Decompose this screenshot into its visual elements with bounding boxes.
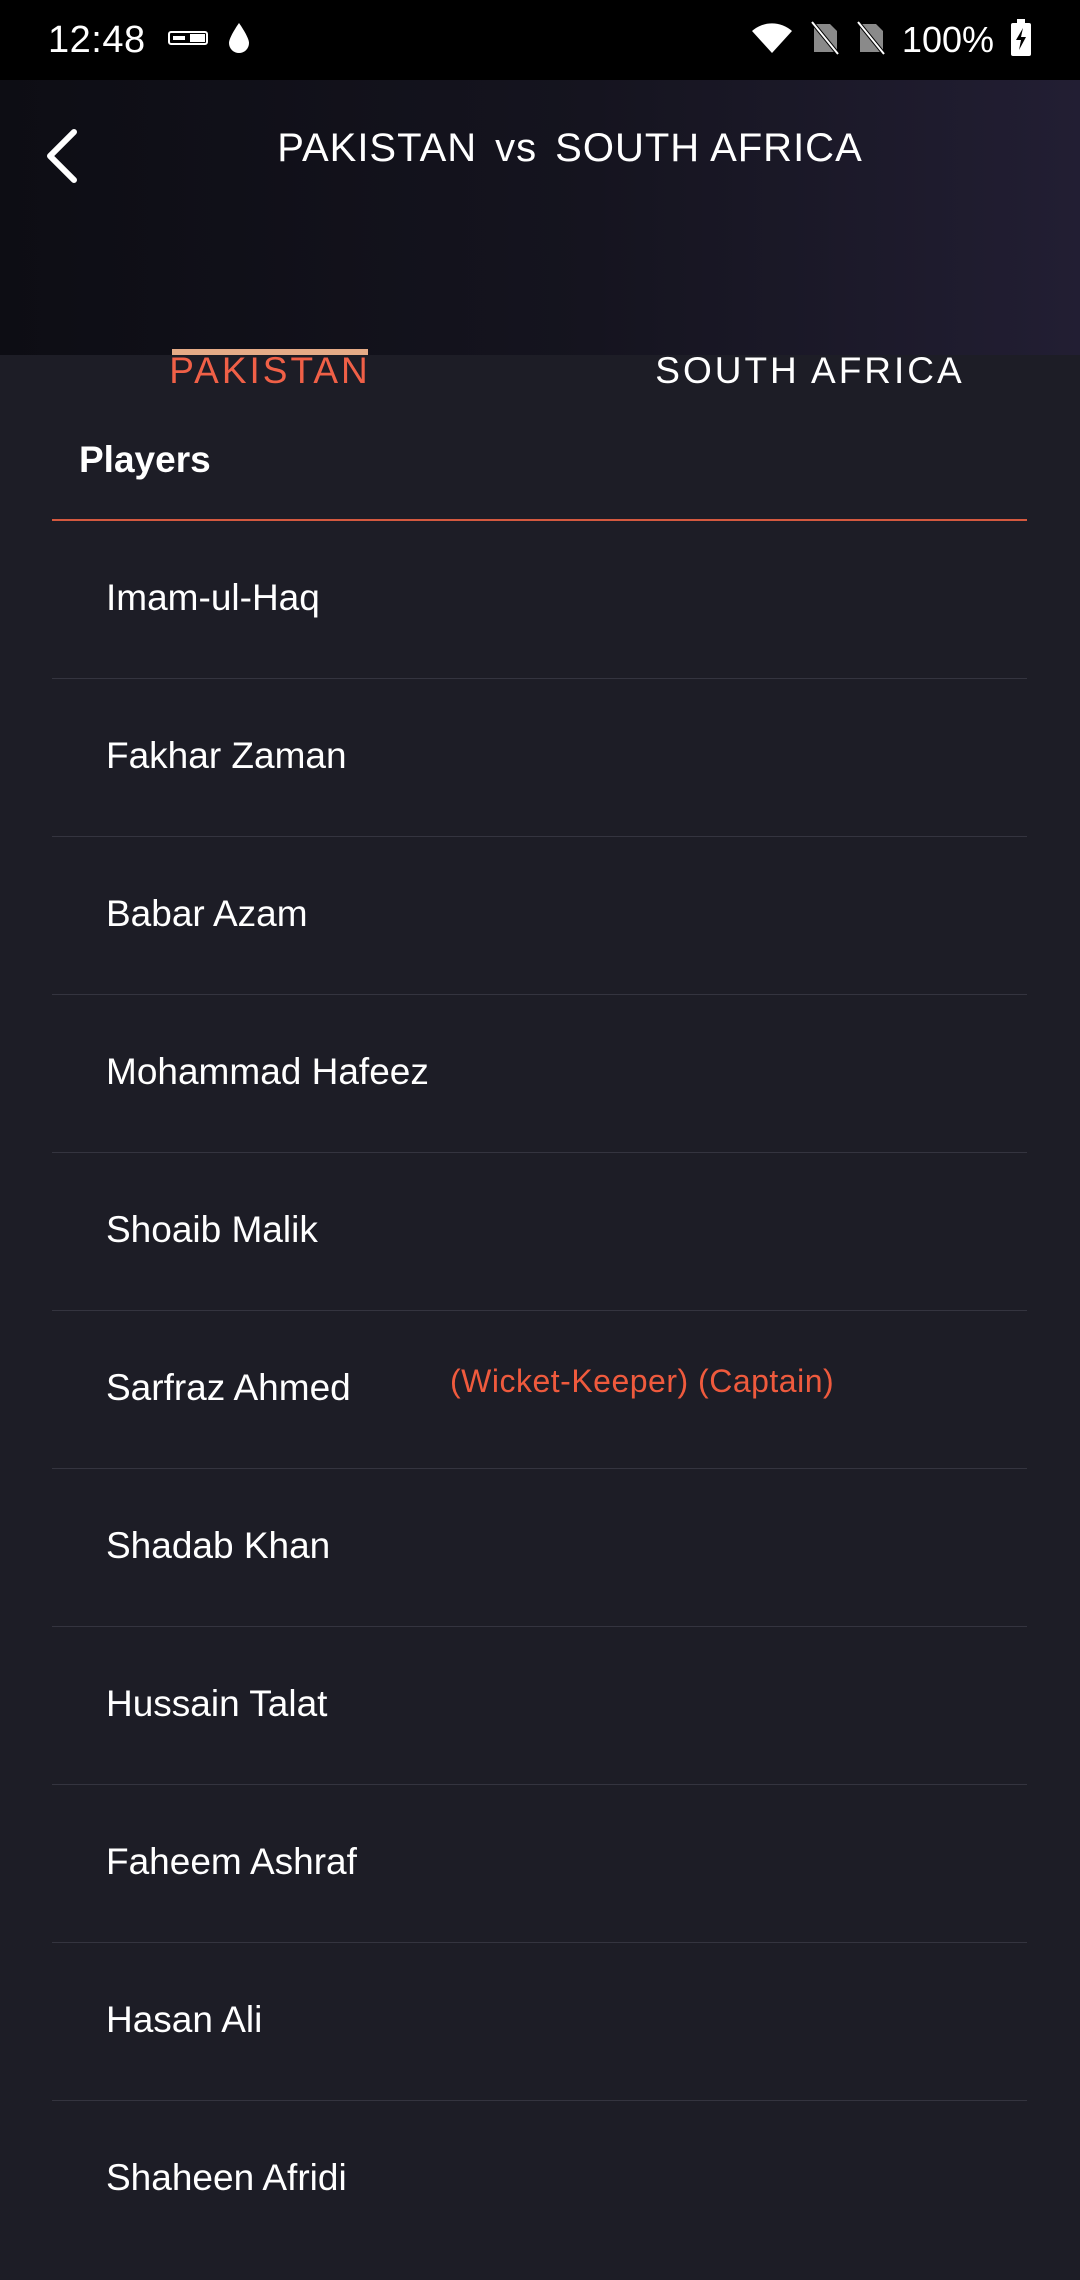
tab-pakistan[interactable]: PAKISTAN bbox=[0, 258, 540, 391]
player-role-tag: (Wicket-Keeper) (Captain) bbox=[450, 1363, 835, 1399]
team-a-name: PAKISTAN bbox=[277, 126, 478, 170]
player-name: Sarfraz Ahmed bbox=[106, 1367, 351, 1408]
epic-on-icon bbox=[167, 27, 208, 54]
list-item[interactable]: Hussain Talat bbox=[52, 1627, 1027, 1785]
list-item[interactable]: Shoaib Malik bbox=[52, 1153, 1027, 1311]
battery-percent: 100% bbox=[901, 19, 994, 60]
team-b-name: SOUTH AFRICA bbox=[555, 126, 863, 170]
player-name: Fakhar Zaman bbox=[106, 735, 347, 776]
tab-south-africa-label: SOUTH AFRICA bbox=[655, 350, 965, 391]
wifi-icon bbox=[750, 21, 794, 60]
list-item[interactable]: Hasan Ali bbox=[52, 1943, 1027, 2101]
player-name: Mohammad Hafeez bbox=[106, 1051, 429, 1092]
battery-charging-icon bbox=[1010, 18, 1032, 62]
vs-label: vs bbox=[495, 126, 538, 170]
player-name: Shoaib Malik bbox=[106, 1209, 318, 1250]
status-bar: 12:48 100% bbox=[0, 0, 1080, 80]
page-title: PAKISTAN vs SOUTH AFRICA bbox=[0, 126, 1080, 171]
list-item[interactable]: Sarfraz Ahmed (Wicket-Keeper) (Captain) bbox=[52, 1311, 1027, 1469]
status-time: 12:48 bbox=[48, 18, 146, 61]
list-item[interactable]: Shaheen Afridi bbox=[52, 2101, 1027, 2259]
list-item[interactable]: Shadab Khan bbox=[52, 1469, 1027, 1627]
no-sim-icon bbox=[810, 20, 840, 61]
player-name: Faheem Ashraf bbox=[106, 1841, 357, 1882]
section-title: Players bbox=[79, 439, 211, 480]
player-name: Shadab Khan bbox=[106, 1525, 331, 1566]
player-name: Hussain Talat bbox=[106, 1683, 328, 1724]
player-list: Imam-ul-Haq Fakhar Zaman Babar Azam Moha… bbox=[52, 521, 1027, 2259]
player-name: Babar Azam bbox=[106, 893, 308, 934]
list-item[interactable]: Imam-ul-Haq bbox=[52, 521, 1027, 679]
list-item[interactable]: Fakhar Zaman bbox=[52, 679, 1027, 837]
tab-south-africa[interactable]: SOUTH AFRICA bbox=[540, 258, 1080, 391]
tab-selected-indicator bbox=[172, 349, 368, 355]
list-item[interactable]: Faheem Ashraf bbox=[52, 1785, 1027, 1943]
tab-pakistan-label: PAKISTAN bbox=[169, 350, 371, 391]
player-name: Imam-ul-Haq bbox=[106, 577, 320, 618]
player-name: Shaheen Afridi bbox=[106, 2157, 347, 2198]
drop-icon bbox=[226, 21, 252, 60]
player-name: Hasan Ali bbox=[106, 1999, 263, 2040]
team-tabs: PAKISTAN SOUTH AFRICA bbox=[0, 258, 1080, 391]
no-sim-icon bbox=[856, 20, 886, 61]
match-header: PAKISTAN vs SOUTH AFRICA PAKISTAN SOUTH AF… bbox=[0, 80, 1080, 391]
list-item[interactable]: Mohammad Hafeez bbox=[52, 995, 1027, 1153]
list-item[interactable]: Babar Azam bbox=[52, 837, 1027, 995]
